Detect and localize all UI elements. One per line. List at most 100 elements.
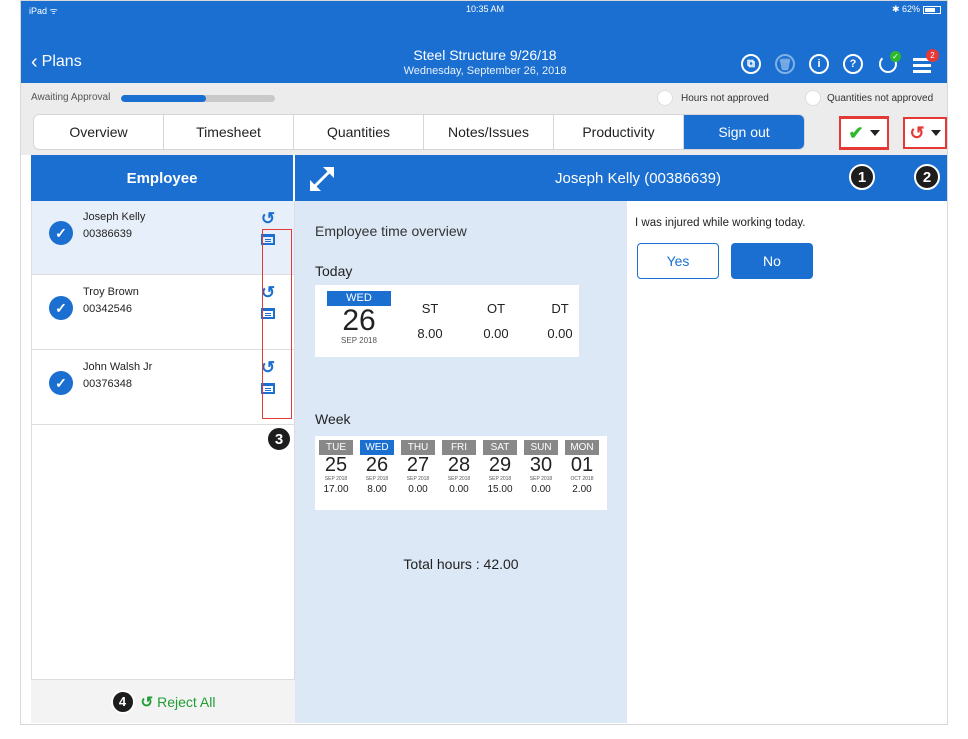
info-icon[interactable]: i — [809, 54, 829, 74]
week-day-thu[interactable]: THU 27 SEP 2018 0.00 — [401, 440, 435, 495]
reject-all-label: Reject All — [157, 693, 216, 710]
overview-title: Employee time overview — [315, 223, 467, 239]
expand-icon[interactable] — [307, 164, 337, 194]
hours-ot: OT 0.00 — [471, 301, 521, 341]
employee-name: John Walsh Jr — [83, 361, 153, 373]
employee-footer: 4 ↺ Reject All — [31, 679, 295, 723]
menu-icon[interactable]: 2 — [913, 49, 939, 73]
timesheet-icon[interactable] — [261, 383, 275, 394]
segmented-tabs: Overview Timesheet Quantities Notes/Issu… — [33, 114, 805, 150]
delete-icon[interactable]: 🗑 — [775, 54, 795, 74]
check-circle-icon[interactable]: ✓ — [49, 296, 73, 320]
help-icon[interactable]: ? — [843, 54, 863, 74]
week-dow: TUE — [319, 440, 353, 455]
copy-icon[interactable]: ⧉ — [741, 54, 761, 74]
week-day-fri[interactable]: FRI 28 SEP 2018 0.00 — [442, 440, 476, 495]
week-day-wed[interactable]: WED 26 SEP 2018 8.00 — [360, 440, 394, 495]
today-date: WED 26 SEP 2018 — [327, 291, 391, 345]
week-dow: FRI — [442, 440, 476, 455]
hours-st-value: 8.00 — [417, 326, 443, 341]
employee-id: 00342546 — [83, 303, 132, 315]
sync-icon[interactable]: ✓ — [877, 51, 901, 75]
week-month-year: SEP 2018 — [447, 476, 471, 482]
caret-down-icon — [869, 130, 880, 136]
tab-productivity[interactable]: Productivity — [554, 115, 684, 149]
menu-badge: 2 — [926, 49, 939, 62]
week-day-number: 29 — [488, 454, 512, 476]
week-day-mon[interactable]: MON 01 OCT 2018 2.00 — [565, 440, 599, 495]
employee-row[interactable]: ✓ John Walsh Jr 00376348 ↺ — [32, 351, 294, 425]
employee-list: ✓ Joseph Kelly 00386639 ↺ ✓ Troy Brown 0… — [31, 201, 295, 679]
check-circle-icon[interactable]: ✓ — [49, 371, 73, 395]
reject-dropdown-button[interactable]: ↺ — [903, 117, 947, 149]
employee-name: Troy Brown — [83, 286, 139, 298]
battery-icon — [923, 5, 941, 14]
week-dow: MON — [565, 440, 599, 455]
week-day-number: 30 — [529, 454, 553, 476]
caret-down-icon — [930, 130, 941, 136]
legend-dot-quantities — [805, 90, 821, 106]
week-month-year: SEP 2018 — [529, 476, 553, 482]
status-time: 10:35 AM — [465, 4, 505, 14]
no-button[interactable]: No — [731, 243, 813, 279]
week-day-number: 26 — [365, 454, 389, 476]
hours-dt-label: DT — [551, 301, 569, 316]
approval-label: Awaiting Approval — [31, 92, 111, 103]
week-hours: 2.00 — [572, 484, 592, 495]
reject-all-button[interactable]: ↺ Reject All — [141, 693, 216, 711]
nav-actions: ⧉ 🗑 i ? ✓ 2 — [741, 49, 939, 75]
tab-overview[interactable]: Overview — [34, 115, 164, 149]
approve-dropdown-button[interactable]: ✔ — [839, 117, 889, 149]
tab-notes-issues[interactable]: Notes/Issues — [424, 115, 554, 149]
undo-icon[interactable]: ↺ — [258, 284, 278, 302]
selected-employee-name: Joseph Kelly (00386639) — [555, 170, 721, 187]
week-month-year: SEP 2018 — [488, 476, 512, 482]
timesheet-icon[interactable] — [261, 234, 275, 245]
week-hours: 0.00 — [449, 484, 469, 495]
week-day-sat[interactable]: SAT 29 SEP 2018 15.00 — [483, 440, 517, 495]
week-day-number: 25 — [324, 454, 348, 476]
week-hours: 17.00 — [323, 484, 349, 495]
hours-ot-label: OT — [486, 301, 506, 316]
hours-dt: DT 0.00 — [535, 301, 585, 341]
ipad-screen: iPad ᯤ 10:35 AM ✱ 62% ‹ Plans Steel Stru… — [20, 0, 948, 725]
week-day-sun[interactable]: SUN 30 SEP 2018 0.00 — [524, 440, 558, 495]
employee-id: 00376348 — [83, 378, 132, 390]
week-dow: WED — [360, 440, 394, 455]
employee-row[interactable]: ✓ Joseph Kelly 00386639 ↺ — [32, 201, 294, 275]
undo-icon[interactable]: ↺ — [258, 210, 278, 228]
employee-header: Employee — [31, 155, 293, 201]
employee-row[interactable]: ✓ Troy Brown 00342546 ↺ — [32, 276, 294, 350]
week-month-year: SEP 2018 — [324, 476, 348, 482]
time-overview-panel: Employee time overview Today WED 26 SEP … — [295, 201, 627, 723]
undo-icon[interactable]: ↺ — [258, 359, 278, 377]
week-day-tue[interactable]: TUE 25 SEP 2018 17.00 — [319, 440, 353, 495]
legend-dot-hours — [657, 90, 673, 106]
callout-3: 3 — [266, 426, 292, 452]
week-day-number: 01 — [570, 454, 594, 476]
legend-quantities: Quantities not approved — [827, 93, 934, 104]
sync-ok-badge: ✓ — [890, 51, 901, 62]
week-label: Week — [315, 411, 351, 427]
week-dow: SUN — [524, 440, 558, 455]
week-hours: 15.00 — [487, 484, 513, 495]
callout-1: 1 — [849, 164, 875, 190]
total-hours: Total hours : 42.00 — [403, 556, 519, 572]
status-battery: ✱ 62% — [892, 4, 941, 15]
timesheet-icon[interactable] — [261, 308, 275, 319]
week-month-year: SEP 2018 — [406, 476, 430, 482]
week-hours: 0.00 — [531, 484, 551, 495]
week-card: TUE 25 SEP 2018 17.00 WED 26 SEP 2018 8.00 THU 27… — [315, 436, 607, 510]
legend-hours: Hours not approved — [681, 93, 769, 104]
employee-id: 00386639 — [83, 228, 132, 240]
tab-sign-out[interactable]: Sign out — [684, 115, 804, 149]
employee-name: Joseph Kelly — [83, 211, 146, 223]
today-month-year: SEP 2018 — [341, 336, 377, 345]
check-circle-icon[interactable]: ✓ — [49, 221, 73, 245]
week-day-number: 27 — [406, 454, 430, 476]
tab-quantities[interactable]: Quantities — [294, 115, 424, 149]
hours-st-label: ST — [421, 301, 439, 316]
tab-timesheet[interactable]: Timesheet — [164, 115, 294, 149]
undo-icon: ↺ — [909, 122, 925, 143]
yes-button[interactable]: Yes — [637, 243, 719, 279]
